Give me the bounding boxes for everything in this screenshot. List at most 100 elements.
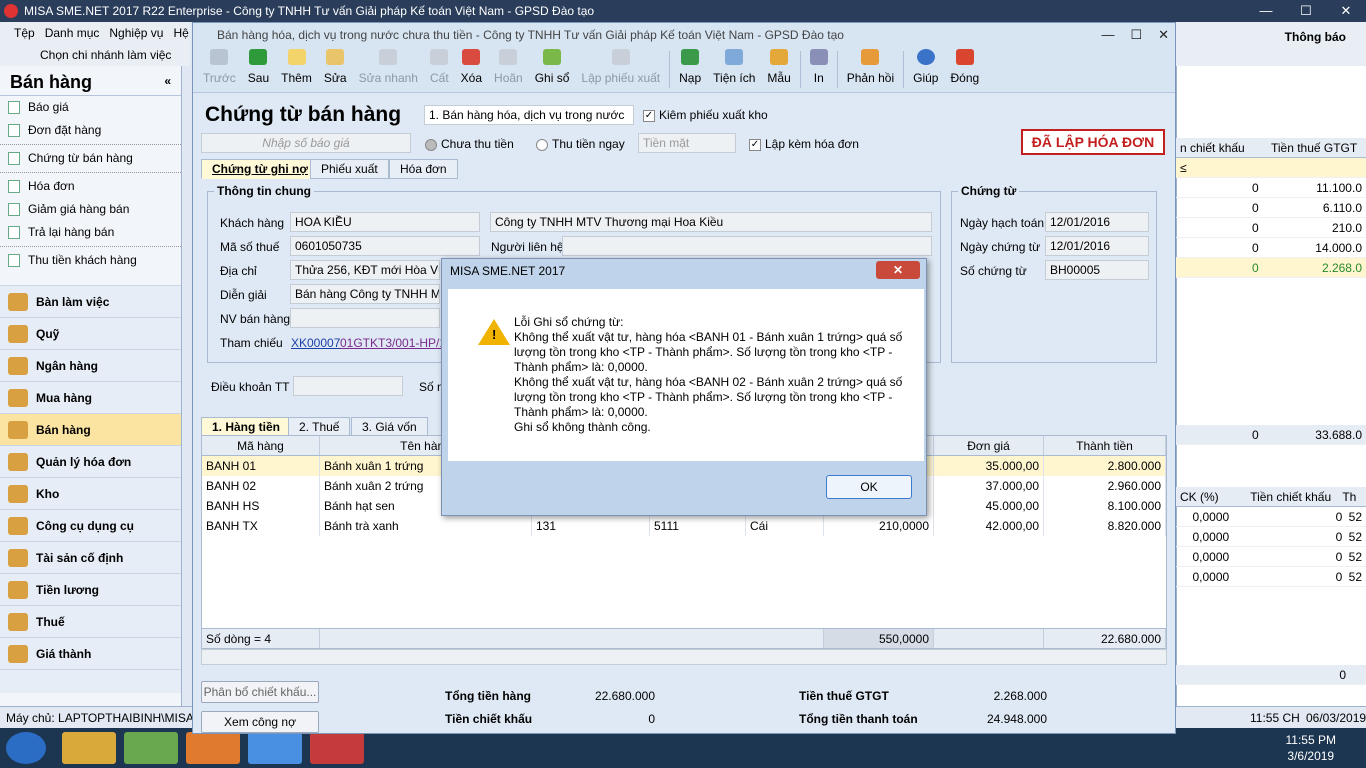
minimize-button[interactable]: — xyxy=(1246,0,1286,22)
export-checkbox[interactable]: ✓ Kiêm phiếu xuất kho xyxy=(643,108,768,122)
module-warehouse[interactable]: Kho xyxy=(0,477,181,509)
module-tax[interactable]: Thuế xyxy=(0,605,181,637)
sidebar-sub-sales-voucher[interactable]: Chứng từ bán hàng xyxy=(0,147,181,170)
document-date-input[interactable]: 12/01/2016 xyxy=(1045,236,1149,256)
reference-label: Tham chiếu xyxy=(220,336,283,350)
help-button[interactable]: Giúp xyxy=(907,47,944,92)
create-issue-button[interactable]: Lập phiếu xuất xyxy=(575,47,666,92)
menu-operations[interactable]: Nghiệp vụ xyxy=(109,26,163,40)
voucher-type-select[interactable]: 1. Bán hàng hóa, dịch vụ trong nước xyxy=(424,105,634,125)
quote-number-input[interactable]: Nhập số báo giá xyxy=(201,133,411,153)
media-icon[interactable] xyxy=(186,732,240,764)
paid-radio[interactable]: Thu tiền ngay xyxy=(536,137,625,151)
notification-button[interactable]: Thông báo xyxy=(1285,30,1346,44)
postpone-button[interactable]: Hoãn xyxy=(488,47,529,92)
maximize-icon[interactable]: ☐ xyxy=(1130,23,1142,47)
tab-debit-voucher[interactable]: Chứng từ ghi nợ xyxy=(201,159,319,179)
add-button[interactable]: Thêm xyxy=(275,47,318,92)
horizontal-scrollbar[interactable] xyxy=(201,649,1167,665)
add-icon xyxy=(287,49,306,65)
invoice-status-badge: ĐÃ LẬP HÓA ĐƠN xyxy=(1021,129,1165,155)
discount-label: Tiền chiết khấu xyxy=(445,712,533,726)
staff-input[interactable] xyxy=(290,308,440,328)
tab-issue-note[interactable]: Phiếu xuất xyxy=(310,159,389,179)
edit-button[interactable]: Sửa xyxy=(318,47,353,92)
next-button[interactable]: Sau xyxy=(242,47,275,92)
close-button[interactable]: ✕ xyxy=(1326,0,1366,22)
costing-icon xyxy=(8,645,28,663)
invoice-checkbox[interactable]: ✓ Lập kèm hóa đơn xyxy=(749,137,859,151)
payment-terms-input[interactable] xyxy=(293,376,403,396)
ok-button[interactable]: OK xyxy=(826,475,912,499)
payment-method-select[interactable]: Tiền mặt xyxy=(638,133,736,153)
start-icon[interactable] xyxy=(6,732,46,764)
payment-terms-label: Điều khoản TT xyxy=(211,380,290,394)
clock[interactable]: 11:55 PM 3/6/2019 xyxy=(1286,732,1336,764)
collapse-icon[interactable]: « xyxy=(164,74,171,88)
sidebar-shortcuts[interactable] xyxy=(0,669,181,693)
post-button[interactable]: Ghi sổ xyxy=(529,47,576,92)
module-purchase[interactable]: Mua hàng xyxy=(0,381,181,413)
close-icon[interactable]: ✕ xyxy=(1158,23,1169,47)
contact-input[interactable] xyxy=(562,236,932,256)
prev-button[interactable]: Trước xyxy=(197,47,242,92)
sidebar-sub-quote[interactable]: Báo giá xyxy=(0,96,181,119)
misa-taskbar-icon[interactable] xyxy=(310,732,364,764)
sidebar-sub-order[interactable]: Đơn đặt hàng xyxy=(0,119,181,142)
reference-link-invoice[interactable]: 01GTKT3/001-HP/15 xyxy=(340,336,453,350)
module-cash[interactable]: Quỹ xyxy=(0,317,181,349)
menu-system[interactable]: Hệ xyxy=(173,26,188,40)
customer-name-input[interactable]: Công ty TNHH MTV Thương mại Hoa Kiều xyxy=(490,212,932,232)
address-input[interactable]: Thửa 256, KĐT mới Hòa Vượng xyxy=(290,260,440,280)
module-tools[interactable]: Công cụ dụng cụ xyxy=(0,509,181,541)
tab-invoice[interactable]: Hóa đơn xyxy=(389,159,458,179)
sidebar-sub-collect[interactable]: Thu tiền khách hàng xyxy=(0,249,181,272)
document-icon xyxy=(8,254,20,267)
module-sales[interactable]: Bán hàng xyxy=(0,413,181,445)
document-icon xyxy=(8,101,20,114)
dialog-title: MISA SME.NET 2017 ✕ xyxy=(442,259,926,283)
tab-goods[interactable]: 1. Hàng tiền xyxy=(201,417,292,437)
delete-button[interactable]: Xóa xyxy=(455,47,488,92)
dialog-close-button[interactable]: ✕ xyxy=(876,261,920,279)
utilities-button[interactable]: Tiện ích xyxy=(707,47,761,92)
table-row[interactable]: BANH TX Bánh trà xanh 131 5111 Cái 210,0000 42… xyxy=(202,516,1166,536)
module-invoice[interactable]: Quản lý hóa đơn xyxy=(0,445,181,477)
minimize-icon[interactable]: — xyxy=(1101,23,1114,47)
print-button[interactable]: In xyxy=(804,47,834,92)
save-button[interactable]: Cất xyxy=(424,47,455,92)
module-bank[interactable]: Ngân hàng xyxy=(0,349,181,381)
module-desk[interactable]: Bàn làm việc xyxy=(0,285,181,317)
tab-cost[interactable]: 3. Giá vốn xyxy=(351,417,428,437)
allocate-discount-button[interactable]: Phân bổ chiết khấu... xyxy=(201,681,319,703)
chrome-icon[interactable] xyxy=(248,732,302,764)
description-input[interactable]: Bán hàng Công ty TNHH MTV xyxy=(290,284,440,304)
view-debt-button[interactable]: Xem công nợ xyxy=(201,711,319,733)
sidebar-sub-discount[interactable]: Giảm giá hàng bán xyxy=(0,198,181,221)
maximize-button[interactable]: ☐ xyxy=(1286,0,1326,22)
template-button[interactable]: Mẫu xyxy=(761,47,796,92)
toolbar: Trước Sau Thêm Sửa Sửa nhanh Cất Xóa Hoã… xyxy=(193,47,1175,93)
module-assets[interactable]: Tài sản cố định xyxy=(0,541,181,573)
close-form-button[interactable]: Đóng xyxy=(944,47,985,92)
tab-tax[interactable]: 2. Thuế xyxy=(288,417,351,437)
sidebar-sub-invoice[interactable]: Hóa đơn xyxy=(0,175,181,198)
reload-button[interactable]: Nạp xyxy=(673,47,707,92)
accounting-date-input[interactable]: 12/01/2016 xyxy=(1045,212,1149,232)
explorer-icon[interactable] xyxy=(62,732,116,764)
unpaid-radio[interactable]: Chưa thu tiền xyxy=(425,137,514,151)
module-salary[interactable]: Tiền lương xyxy=(0,573,181,605)
delete-icon xyxy=(462,49,481,65)
quick-edit-button[interactable]: Sửa nhanh xyxy=(353,47,424,92)
feedback-button[interactable]: Phản hồi xyxy=(841,47,900,92)
menu-file[interactable]: Tệp xyxy=(14,26,35,40)
branch-selector[interactable]: Chọn chi nhánh làm việc xyxy=(0,44,190,66)
app-icon[interactable] xyxy=(124,732,178,764)
reference-link-export[interactable]: XK00007 xyxy=(291,336,340,350)
module-costing[interactable]: Giá thành xyxy=(0,637,181,669)
tax-code-input[interactable]: 0601050735 xyxy=(290,236,480,256)
sidebar-sub-return[interactable]: Trả lại hàng bán xyxy=(0,221,181,244)
document-number-input[interactable]: BH00005 xyxy=(1045,260,1149,280)
menu-catalog[interactable]: Danh mục xyxy=(45,26,100,40)
customer-code-input[interactable]: HOA KIỀU xyxy=(290,212,480,232)
